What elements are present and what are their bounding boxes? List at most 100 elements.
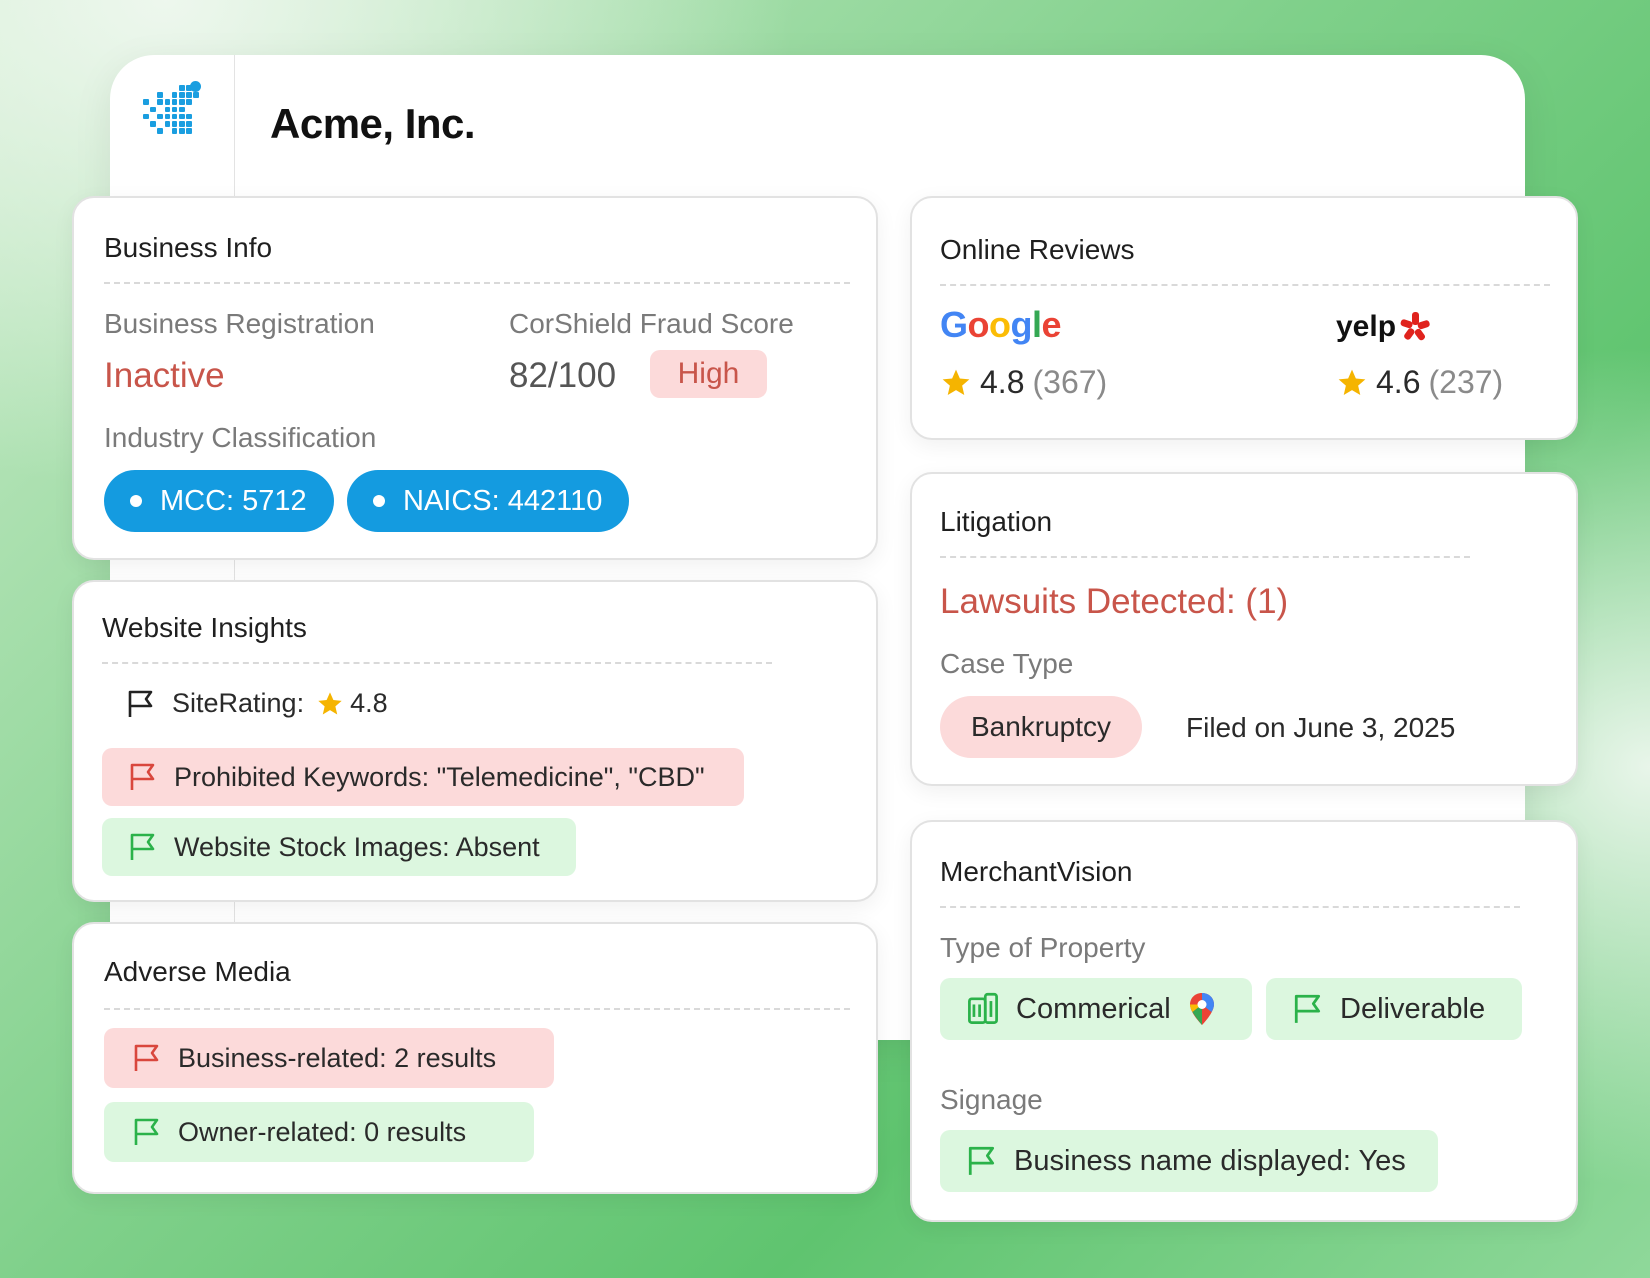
- merchant-vision-card: MerchantVision Type of Property Commeric…: [910, 820, 1578, 1222]
- star-icon: [318, 691, 342, 714]
- logo-pixel: [164, 99, 171, 105]
- litigation-title: Litigation: [940, 506, 1053, 537]
- building-icon: [968, 992, 998, 1024]
- logo-pixel: [179, 113, 185, 120]
- logo-pixel: [157, 92, 163, 98]
- logo-pixel: [164, 113, 171, 120]
- logo-pixel: [186, 113, 192, 120]
- logo-pixel: [150, 106, 156, 113]
- star-icon: [942, 369, 970, 395]
- google-logo: Google: [940, 304, 1062, 345]
- registration-status: Inactive: [104, 356, 225, 395]
- flag-icon: [134, 1044, 159, 1071]
- logo-pixel: [157, 128, 163, 134]
- litigation-card: Litigation Lawsuits Detected: (1) Case T…: [910, 472, 1578, 786]
- logo-pixel: [186, 121, 192, 127]
- prohibited-keywords-text: Prohibited Keywords: "Telemedicine", "CB…: [174, 761, 705, 792]
- mcc-chip[interactable]: MCC: 5712: [104, 470, 334, 532]
- deliverable-text: Deliverable: [1340, 992, 1486, 1025]
- yelp-rating-row: 4.6 (237): [1336, 364, 1503, 401]
- logo-pixel: [190, 81, 202, 92]
- case-type-badge: Bankruptcy: [940, 696, 1142, 758]
- flag-icon: [134, 1118, 159, 1145]
- divider: [102, 662, 772, 664]
- fraud-level-badge: High: [650, 350, 767, 398]
- site-rating-row: SiteRating: 4.8: [126, 688, 388, 719]
- logo-pixel: [179, 92, 185, 98]
- adverse-media-card: Adverse Media Business-related: 2 result…: [72, 922, 878, 1194]
- property-type-label: Type of Property: [940, 932, 1146, 963]
- bullet-dot: [373, 495, 385, 507]
- case-type-label: Case Type: [940, 648, 1074, 679]
- owner-related-text: Owner-related: 0 results: [178, 1116, 467, 1147]
- stock-images-pill: Website Stock Images: Absent: [102, 818, 576, 876]
- flag-icon: [130, 833, 155, 860]
- map-pin-icon: [1189, 993, 1214, 1025]
- logo-pixel: [179, 106, 185, 113]
- yelp-wordmark: yelp: [1336, 310, 1397, 343]
- flag-icon: [130, 763, 155, 790]
- naics-code: NAICS: 442110: [403, 484, 603, 517]
- logo-pixel: [171, 99, 178, 105]
- logo-pixel: [143, 99, 149, 105]
- industry-label: Industry Classification: [104, 422, 377, 453]
- signage-label: Signage: [940, 1084, 1043, 1115]
- registration-label: Business Registration: [104, 308, 375, 339]
- logo-pixel: [171, 121, 178, 127]
- logo-pixel: [171, 92, 178, 98]
- flag-icon: [968, 1146, 995, 1175]
- yelp-review-count: (237): [1428, 364, 1504, 400]
- logo-pixel: [143, 113, 149, 120]
- signage-pill: Business name displayed: Yes: [940, 1130, 1438, 1192]
- mcc-code: MCC: 5712: [160, 484, 307, 517]
- website-insights-title: Website Insights: [102, 612, 307, 643]
- lawsuits-detected: Lawsuits Detected: (1): [940, 582, 1289, 621]
- website-insights-card: Website Insights SiteRating: 4.8 Prohibi…: [72, 580, 878, 902]
- logo-pixel: [179, 121, 185, 127]
- property-type-text: Commerical: [1016, 992, 1171, 1025]
- site-rating-label: SiteRating:: [172, 688, 305, 718]
- logo-pixel: [186, 99, 192, 105]
- company-name: Acme, Inc.: [270, 100, 476, 147]
- logo-pixel: [150, 121, 156, 127]
- logo-pixel: [179, 128, 185, 134]
- logo-pixel: [179, 99, 185, 105]
- signage-text: Business name displayed: Yes: [1014, 1144, 1406, 1177]
- divider: [940, 906, 1520, 908]
- business-info-title: Business Info: [104, 232, 273, 263]
- bullet-dot: [130, 495, 142, 507]
- stock-images-text: Website Stock Images: Absent: [174, 831, 540, 862]
- yelp-logo: yelp: [1336, 310, 1432, 344]
- logo-pixel: [157, 99, 163, 105]
- prohibited-keywords-pill: Prohibited Keywords: "Telemedicine", "CB…: [102, 748, 744, 806]
- owner-related-pill: Owner-related: 0 results: [104, 1102, 534, 1162]
- adverse-media-title: Adverse Media: [104, 956, 291, 987]
- divider: [104, 1008, 850, 1010]
- site-rating-value: 4.8: [350, 688, 388, 718]
- star-icon: [1338, 369, 1366, 395]
- business-info-card: Business Info Business Registration Inac…: [72, 196, 878, 560]
- merchant-vision-title: MerchantVision: [940, 856, 1133, 887]
- online-reviews-card: Online Reviews Google 4.8 (367) yelp 4.6…: [910, 196, 1578, 440]
- logo-pixel: [171, 128, 178, 134]
- logo-pixel: [179, 85, 185, 91]
- fraud-score-label: CorShield Fraud Score: [509, 308, 794, 339]
- logo-pixel: [157, 113, 163, 120]
- business-related-text: Business-related: 2 results: [178, 1042, 497, 1073]
- logo-pixel: [171, 106, 178, 113]
- flag-icon: [1294, 994, 1321, 1023]
- company-logo-icon: [143, 81, 203, 140]
- naics-chip[interactable]: NAICS: 442110: [347, 470, 629, 532]
- yelp-rating: 4.6: [1376, 364, 1421, 400]
- flag-icon: [128, 690, 153, 717]
- logo-pixel: [164, 106, 171, 113]
- online-reviews-title: Online Reviews: [940, 234, 1135, 265]
- divider: [940, 284, 1550, 286]
- logo-pixel: [164, 121, 171, 127]
- property-type-pill: Commerical: [940, 978, 1252, 1040]
- logo-pixel: [186, 92, 192, 98]
- divider: [940, 556, 1470, 558]
- logo-pixel: [193, 92, 199, 98]
- filed-date: Filed on June 3, 2025: [1186, 712, 1456, 743]
- deliverable-pill: Deliverable: [1266, 978, 1522, 1040]
